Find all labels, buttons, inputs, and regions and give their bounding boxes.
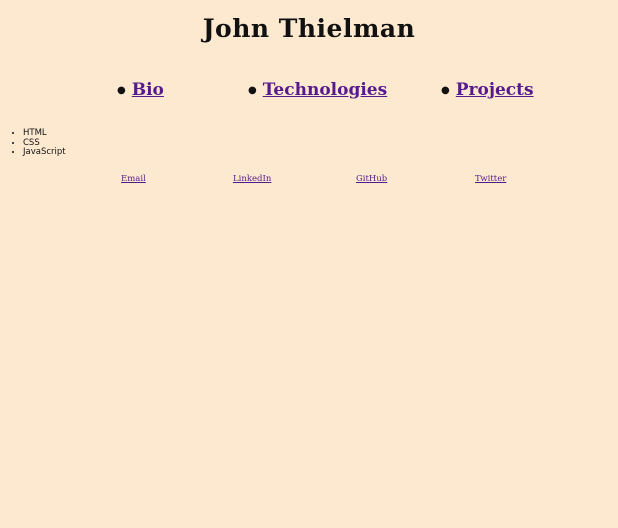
nav-link-projects[interactable]: Projects [456, 80, 534, 100]
email-link[interactable]: Email [121, 174, 146, 184]
bullet-icon: ● [117, 84, 126, 96]
social-links: Email LinkedIn GitHub Twitter [0, 174, 618, 188]
bullet-icon: ● [248, 84, 257, 96]
site-title: John Thielman [202, 14, 416, 43]
github-link[interactable]: GitHub [356, 174, 387, 184]
linkedin-link[interactable]: LinkedIn [233, 174, 271, 184]
nav-link-technologies[interactable]: Technologies [263, 80, 387, 100]
main-nav: ● Bio ● Technologies ● Projects [0, 80, 618, 106]
nav-item-bio: ● Bio [117, 80, 164, 100]
page: John Thielman ● Bio ● Technologies ● Pro… [0, 0, 618, 528]
nav-item-technologies: ● Technologies [248, 80, 387, 100]
list-item: JavaScript [23, 148, 66, 158]
technologies-list: HTML CSS JavaScript [0, 128, 66, 158]
twitter-link[interactable]: Twitter [475, 174, 506, 184]
nav-link-bio[interactable]: Bio [132, 80, 164, 100]
nav-item-projects: ● Projects [441, 80, 534, 100]
bullet-icon: ● [441, 84, 450, 96]
